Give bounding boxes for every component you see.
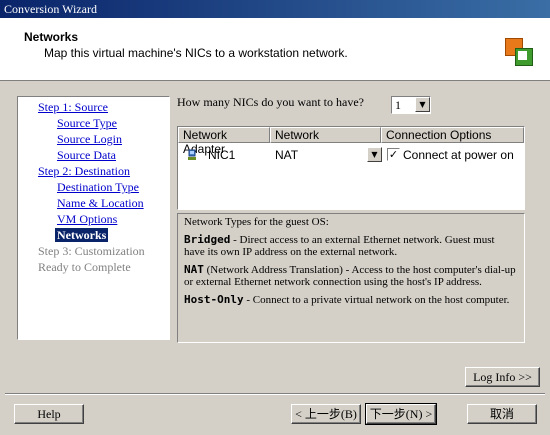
nav-name-location[interactable]: Name & Location	[57, 196, 144, 210]
window-title: Conversion Wizard	[4, 2, 97, 16]
nic-count-select[interactable]: 1 ▼	[391, 96, 431, 114]
page-subtitle: Map this virtual machine's NICs to a wor…	[44, 46, 348, 60]
host-only-description: - Connect to a private virtual network o…	[243, 294, 510, 306]
host-only-term: Host-Only	[184, 293, 244, 306]
info-bridged: Bridged - Direct access to an external E…	[184, 233, 518, 259]
bridged-description: - Direct access to an external Ethernet …	[184, 234, 495, 258]
chevron-down-icon[interactable]: ▼	[415, 97, 430, 112]
nav-source-type[interactable]: Source Type	[57, 116, 117, 130]
connect-at-power-on-label: Connect at power on	[403, 148, 514, 162]
nav-source-login[interactable]: Source Login	[57, 132, 122, 146]
nav-destination-type[interactable]: Destination Type	[57, 180, 139, 194]
column-header-network-adapter[interactable]: Network Adapter	[178, 127, 270, 156]
cancel-button[interactable]: 取消	[467, 404, 537, 424]
info-heading: Network Types for the guest OS:	[184, 216, 329, 228]
wizard-steps-panel: Step 1: Source Source Type Source Login …	[17, 96, 170, 340]
window-titlebar: Conversion Wizard	[0, 0, 550, 18]
network-dropdown-chevron-down-icon[interactable]: ▼	[367, 147, 382, 162]
nav-networks-current: Networks	[55, 228, 109, 242]
bridged-term: Bridged	[184, 233, 231, 246]
nic-network-value[interactable]: NAT	[275, 148, 298, 162]
vmware-converter-logo-icon	[505, 38, 533, 66]
nat-description: (Network Address Translation) - Access t…	[184, 264, 516, 288]
nat-term: NAT	[184, 263, 204, 276]
column-header-connection-options[interactable]: Connection Options	[381, 127, 524, 143]
info-nat: NAT (Network Address Translation) - Acce…	[184, 263, 518, 289]
info-host-only: Host-Only - Connect to a private virtual…	[184, 293, 518, 307]
log-info-button[interactable]: Log Info >>	[465, 367, 540, 387]
network-adapter-icon	[188, 149, 196, 160]
nic-mapping-table: Network Adapter Network Connection Optio…	[177, 126, 525, 210]
back-button[interactable]: < 上一步(B)	[291, 404, 361, 424]
nav-source-data[interactable]: Source Data	[57, 148, 116, 162]
network-types-info: Network Types for the guest OS: Bridged …	[177, 213, 525, 343]
nic-count-value: 1	[395, 98, 401, 112]
next-button[interactable]: 下一步(N) >	[365, 403, 437, 425]
footer-divider	[5, 393, 545, 395]
page-title: Networks	[24, 30, 79, 44]
column-header-network[interactable]: Network	[270, 127, 381, 143]
nav-step-2-destination[interactable]: Step 2: Destination	[38, 164, 130, 178]
nav-ready-to-complete: Ready to Complete	[38, 260, 131, 274]
nav-step-1-source[interactable]: Step 1: Source	[38, 100, 108, 114]
help-button[interactable]: Help	[14, 404, 84, 424]
nic-count-question: How many NICs do you want to have?	[177, 95, 364, 109]
connect-at-power-on-checkbox[interactable]: ✓	[387, 148, 400, 161]
nic-adapter-name: NIC1	[208, 148, 236, 162]
nav-step-3-customization: Step 3: Customization	[38, 244, 145, 258]
wizard-header: Networks Map this virtual machine's NICs…	[0, 18, 550, 81]
nav-vm-options[interactable]: VM Options	[57, 212, 117, 226]
